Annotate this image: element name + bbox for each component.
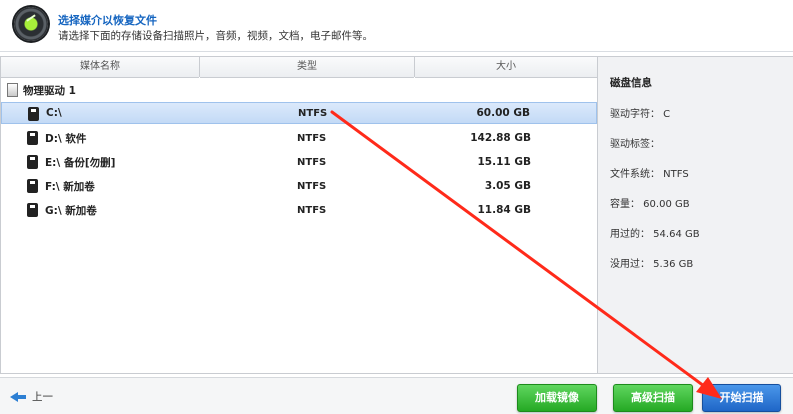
table-row[interactable]: D:\ 软件 NTFS 142.88 GB xyxy=(1,127,597,149)
load-image-button[interactable]: 加载镜像 xyxy=(517,384,597,412)
drive-name: D:\ 软件 xyxy=(45,132,87,145)
footer-bar: 上一 加载镜像 高级扫描 开始扫描 xyxy=(0,377,793,414)
column-header-name[interactable]: 媒体名称 xyxy=(1,57,199,78)
table-row[interactable]: C:\ NTFS 60.00 GB xyxy=(1,102,597,124)
table-row[interactable]: F:\ 新加卷 NTFS 3.05 GB xyxy=(1,175,597,197)
drive-type: NTFS xyxy=(297,132,327,144)
drive-size: 142.88 GB xyxy=(470,132,531,144)
page-title: 选择媒介以恢复文件 xyxy=(58,14,157,27)
back-button[interactable]: 上一 xyxy=(10,389,53,404)
header: 选择媒介以恢复文件 请选择下面的存储设备扫描照片，音频，视频，文档，电子邮件等。 xyxy=(0,0,793,52)
drive-type: NTFS xyxy=(297,180,327,192)
drive-icon xyxy=(27,179,38,193)
drive-icon xyxy=(27,131,38,145)
drive-name: C:\ xyxy=(46,107,62,119)
drive-type: NTFS xyxy=(297,204,327,216)
drive-type: NTFS xyxy=(297,156,327,168)
free-space-info: 没用过： 5.36 GB xyxy=(610,259,694,270)
drive-name: E:\ 备份[勿删] xyxy=(45,156,116,169)
drive-type: NTFS xyxy=(298,107,328,119)
hard-disk-icon xyxy=(7,83,18,97)
back-arrow-icon xyxy=(10,391,18,402)
back-label: 上一 xyxy=(32,391,53,403)
disk-info-title: 磁盘信息 xyxy=(610,77,652,89)
drive-size: 11.84 GB xyxy=(477,204,532,216)
table-row[interactable]: G:\ 新加卷 NTFS 11.84 GB xyxy=(1,199,597,221)
page-subtitle: 请选择下面的存储设备扫描照片，音频，视频，文档，电子邮件等。 xyxy=(58,30,373,42)
drive-name: F:\ 新加卷 xyxy=(45,180,95,193)
drive-size: 60.00 GB xyxy=(476,107,531,119)
drive-icon xyxy=(27,155,38,169)
drive-size: 3.05 GB xyxy=(484,180,531,192)
drive-name: G:\ 新加卷 xyxy=(45,204,97,217)
capacity-info: 容量： 60.00 GB xyxy=(610,199,690,210)
start-scan-button[interactable]: 开始扫描 xyxy=(702,384,781,412)
drive-list-panel: 媒体名称 类型 大小 物理驱动 1 C:\ NTFS 60.00 GB D:\ … xyxy=(0,56,598,374)
disk-info-panel: 磁盘信息 驱动字符： C 驱动标签： 文件系统： NTFS 容量： 60.00 … xyxy=(598,56,793,374)
advanced-scan-button[interactable]: 高级扫描 xyxy=(613,384,693,412)
file-system-info: 文件系统： NTFS xyxy=(610,169,689,180)
column-header-size[interactable]: 大小 xyxy=(415,57,597,78)
column-header-type[interactable]: 类型 xyxy=(200,57,414,78)
app-logo-icon xyxy=(14,7,48,41)
drive-letter-info: 驱动字符： C xyxy=(610,109,671,120)
drive-size: 15.11 GB xyxy=(477,156,532,168)
drive-icon xyxy=(27,203,38,217)
back-arrow-tail xyxy=(18,394,26,399)
used-space-info: 用过的： 54.64 GB xyxy=(610,229,700,240)
header-divider xyxy=(0,51,793,52)
drive-label-info: 驱动标签： xyxy=(610,139,660,150)
group-label: 物理驱动 1 xyxy=(23,84,76,97)
table-row[interactable]: E:\ 备份[勿删] NTFS 15.11 GB xyxy=(1,151,597,173)
physical-drive-group[interactable]: 物理驱动 1 xyxy=(7,81,76,99)
drive-icon xyxy=(28,107,39,121)
